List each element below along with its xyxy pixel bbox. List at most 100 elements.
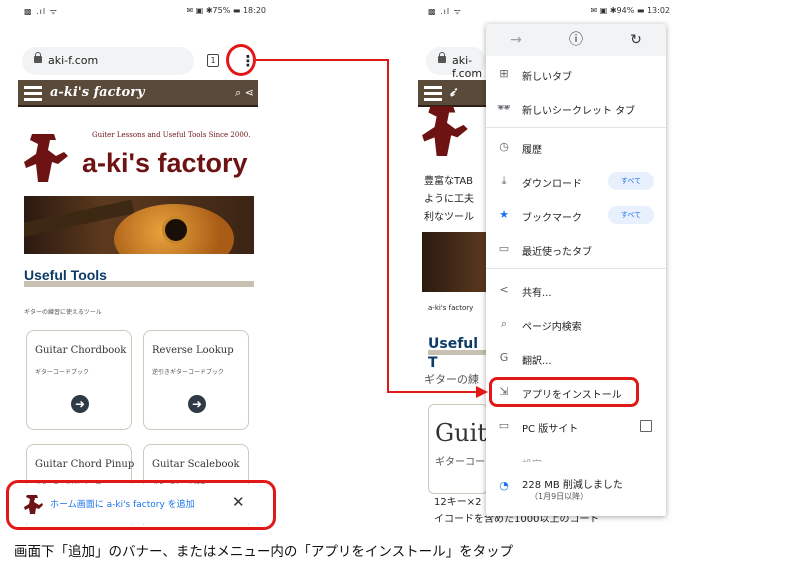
instruction-caption: 画面下「追加」のバナー、またはメニュー内の「アプリをインストール」をタップ bbox=[14, 544, 514, 560]
menu-item-label: 履歴 bbox=[522, 145, 542, 156]
hero-tagline: Guiter Lessons and Useful Tools Since 20… bbox=[92, 131, 251, 139]
tool-card[interactable]: Guit ギターコー bbox=[428, 404, 488, 494]
hero-title: a-ki's factory bbox=[82, 148, 248, 178]
site-logo[interactable]: a-ki's factory bbox=[50, 85, 145, 100]
section-heading: Useful Tools bbox=[24, 265, 254, 287]
status-right: ✉ ▣ ✱75% ▬ 18:20 bbox=[186, 6, 266, 15]
site-logo-fragment: 𝓲 bbox=[450, 85, 455, 100]
menu-item-recent-tabs[interactable]: ▭ 最近使ったタブ bbox=[486, 235, 666, 263]
lock-icon bbox=[438, 52, 446, 63]
signal-icons: ▩ .ıl ᯤ bbox=[428, 7, 462, 16]
hamburger-icon[interactable] bbox=[424, 86, 442, 101]
menu-item-translate[interactable]: G 翻訳... bbox=[486, 344, 666, 372]
tool-card[interactable]: Reverse Lookup 逆引きギターコードブック ➜ bbox=[143, 330, 249, 430]
page-text: 豊富なTAB bbox=[424, 176, 474, 187]
download-icon: ⤓ bbox=[501, 174, 507, 187]
info-icon[interactable]: ⓘ bbox=[566, 30, 586, 50]
highlight-menu-button-circle bbox=[226, 44, 256, 76]
menu-item-share[interactable]: < 共有... bbox=[486, 276, 666, 304]
incognito-icon: 🕶 bbox=[497, 101, 511, 114]
data-saver-subtext: （1月9日以降） bbox=[530, 492, 589, 501]
page-text: 利なツール bbox=[424, 212, 474, 223]
recent-tabs-icon: ▭ bbox=[498, 242, 510, 255]
downloads-all-button[interactable]: すべて bbox=[608, 172, 654, 190]
section-subtitle: ギターの練習に使えるツール bbox=[24, 309, 102, 316]
tool-title: Guitar Scalebook bbox=[152, 459, 240, 470]
tool-title: Guitar Chord Pinup bbox=[35, 459, 135, 470]
menu-item-desktop-site[interactable]: ▭ PC 版サイト bbox=[486, 412, 666, 440]
menu-item-label: 228 MB 削減しました bbox=[522, 480, 623, 491]
hero-banner: Guiter Lessons and Useful Tools Since 20… bbox=[24, 126, 254, 188]
section-heading: Useful T bbox=[428, 333, 488, 371]
reload-icon[interactable]: ↻ bbox=[626, 30, 646, 50]
menu-item-new-tab[interactable]: ⊞ 新しいタブ bbox=[486, 60, 666, 88]
tool-title: Reverse Lookup bbox=[152, 345, 234, 356]
left-phone-screen: ▩ .ıl ᯤ ✉ ▣ ✱75% ▬ 18:20 aki-f.com 1 ⋮ a… bbox=[14, 0, 272, 525]
menu-item-label: 新しいシークレット タブ bbox=[522, 106, 636, 117]
status-bar: ▩ .ıl ᯤ ✉ ▣ ✱94% ▬ 13:02 bbox=[418, 0, 676, 22]
share-icon: < bbox=[499, 283, 509, 296]
guitarist-silhouette-icon bbox=[422, 106, 468, 156]
menu-item-label: ダウンロード bbox=[522, 179, 582, 190]
menu-item-label: PC 版サイト bbox=[522, 424, 579, 435]
page-text: ギターの練 bbox=[424, 373, 479, 386]
menu-item-label: 最近使ったタブ bbox=[522, 247, 592, 258]
menu-item-history[interactable]: ◷ 履歴 bbox=[486, 133, 666, 161]
desktop-icon: ▭ bbox=[498, 419, 510, 432]
menu-item-bookmarks[interactable]: ★ ブックマーク すべて bbox=[486, 201, 666, 229]
menu-item-settings[interactable]: … 設定 bbox=[486, 448, 666, 462]
browser-overflow-menu: → ⓘ ↻ ⊞ 新しいタブ 🕶 新しいシークレット タブ ◷ 履歴 ⤓ ダウンロ… bbox=[486, 24, 666, 516]
menu-item-data-saver[interactable]: ◔ 228 MB 削減しました （1月9日以降） bbox=[486, 472, 666, 510]
menu-item-label: 設定 bbox=[522, 456, 542, 462]
menu-item-label: 新しいタブ bbox=[522, 72, 572, 83]
menu-item-label: 共有... bbox=[522, 288, 552, 299]
forward-icon[interactable]: → bbox=[506, 30, 526, 50]
section-title: Useful Tools bbox=[24, 267, 107, 283]
address-bar[interactable]: aki-f.com bbox=[22, 47, 194, 75]
menu-item-find-in-page[interactable]: ⌕ ページ内検索 bbox=[486, 310, 666, 338]
menu-item-label: ブックマーク bbox=[522, 213, 582, 224]
menu-divider bbox=[486, 127, 666, 128]
highlight-install-item-box bbox=[489, 377, 639, 407]
bookmarks-all-button[interactable]: すべて bbox=[608, 206, 654, 224]
menu-item-incognito[interactable]: 🕶 新しいシークレット タブ bbox=[486, 94, 666, 122]
address-bar[interactable]: aki-f.com bbox=[426, 47, 486, 80]
page-text: ように工夫 bbox=[424, 194, 474, 205]
status-right: ✉ ▣ ✱94% ▬ 13:02 bbox=[590, 6, 670, 15]
url-text: aki-f.com bbox=[452, 54, 483, 80]
url-text: aki-f.com bbox=[48, 54, 99, 67]
tool-subtitle: ギターコー bbox=[435, 457, 485, 468]
search-share-icon[interactable]: ⌕ ⋖ bbox=[235, 86, 254, 100]
guitar-photo bbox=[24, 196, 254, 254]
lock-icon bbox=[34, 52, 42, 63]
menu-item-downloads[interactable]: ⤓ ダウンロード すべて bbox=[486, 167, 666, 195]
desktop-site-checkbox[interactable] bbox=[640, 420, 652, 432]
menu-divider bbox=[486, 268, 666, 269]
guitar-photo bbox=[422, 232, 488, 292]
settings-icon: … bbox=[498, 455, 510, 462]
signal-icons: ▩ .ıl ᯤ bbox=[24, 7, 58, 16]
tool-title: Guit bbox=[435, 419, 487, 447]
tab-switcher-button[interactable]: 1 bbox=[207, 54, 219, 67]
tool-card[interactable]: Guitar Chordbook ギターコードブック ➜ bbox=[26, 330, 132, 430]
new-tab-icon: ⊞ bbox=[499, 67, 509, 80]
site-header: a-ki's factory ⌕ ⋖ bbox=[18, 80, 258, 107]
tool-subtitle: ギターコードブック bbox=[35, 369, 90, 376]
star-icon: ★ bbox=[499, 208, 509, 221]
menu-item-label: ページ内検索 bbox=[522, 322, 582, 333]
guitarist-silhouette-icon bbox=[24, 134, 68, 182]
translate-icon: G bbox=[499, 351, 509, 364]
status-bar: ▩ .ıl ᯤ ✉ ▣ ✱75% ▬ 18:20 bbox=[14, 0, 272, 22]
highlight-banner-box bbox=[6, 480, 276, 530]
page-text: 12キー×2 bbox=[434, 497, 482, 508]
menu-toolbar: → ⓘ ↻ bbox=[486, 24, 666, 56]
tool-title: Guitar Chordbook bbox=[35, 345, 127, 356]
tool-subtitle: 逆引きギターコードブック bbox=[152, 369, 225, 376]
hamburger-icon[interactable] bbox=[24, 86, 42, 101]
menu-item-label: 翻訳... bbox=[522, 356, 552, 367]
history-icon: ◷ bbox=[499, 140, 509, 153]
data-saver-icon: ◔ bbox=[499, 479, 509, 492]
arrow-right-icon[interactable]: ➜ bbox=[71, 395, 89, 413]
arrow-right-icon[interactable]: ➜ bbox=[188, 395, 206, 413]
find-icon: ⌕ bbox=[500, 317, 508, 330]
